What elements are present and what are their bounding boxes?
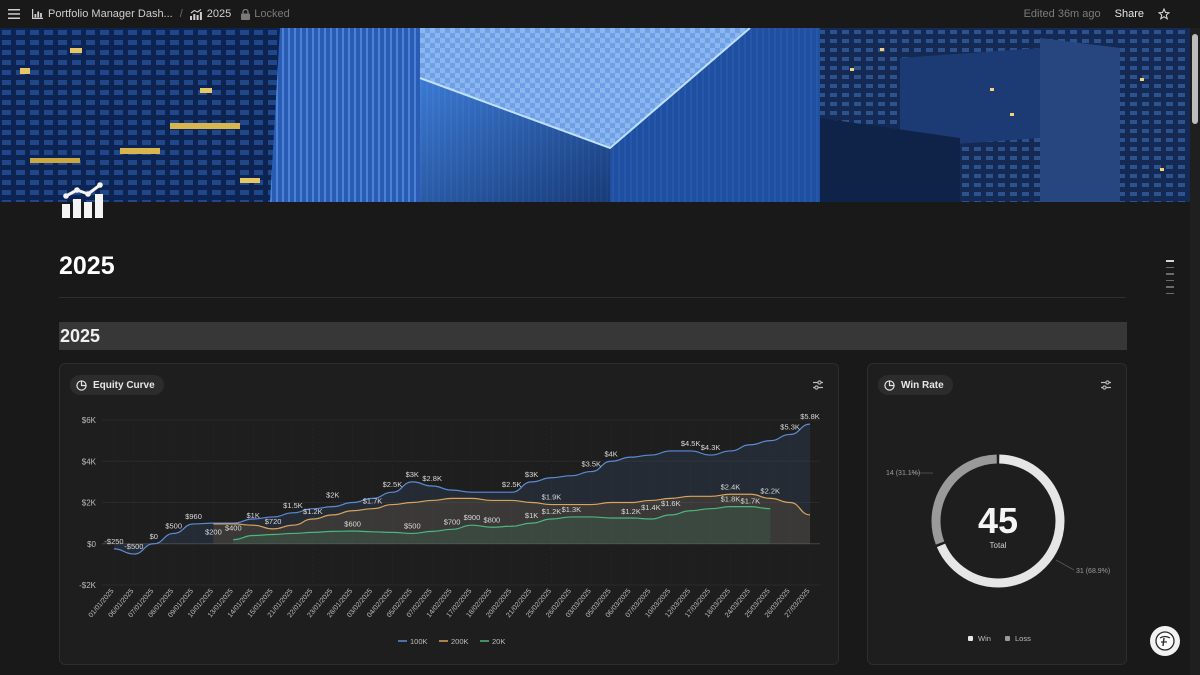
table-of-contents[interactable]	[1166, 260, 1174, 294]
y-tick-label: $4K	[82, 457, 97, 466]
callout-label-loss: 14 (31.1%)	[886, 470, 920, 477]
toc-item[interactable]	[1166, 286, 1174, 288]
breadcrumb-separator: /	[179, 8, 183, 20]
data-label: $1K	[247, 511, 260, 520]
data-label: $500	[404, 521, 421, 530]
share-button[interactable]: Share	[1115, 8, 1144, 20]
scrollbar-thumb[interactable]	[1192, 34, 1198, 124]
callout-line-win	[1055, 559, 1075, 571]
data-label: $700	[444, 517, 461, 526]
page-title: 2025	[59, 252, 115, 280]
data-label: $4.5K	[681, 439, 701, 448]
y-tick-label: $6K	[82, 416, 97, 425]
data-label: $1.9K	[542, 493, 562, 502]
y-tick-label: $0	[87, 540, 96, 549]
data-label: $1.7K	[741, 497, 761, 506]
data-label: $0	[150, 532, 158, 541]
data-label: $1.3K	[562, 505, 582, 514]
cover-illustration	[0, 28, 1190, 202]
donut-center-value: 45	[978, 500, 1018, 541]
section-heading-text: 2025	[60, 326, 101, 346]
data-label: $3K	[525, 470, 538, 479]
topbar-actions: Edited 36m ago Share	[1024, 0, 1200, 28]
data-label: $500	[165, 521, 182, 530]
page-icon[interactable]	[60, 182, 106, 220]
page-scrollbar[interactable]	[1190, 28, 1200, 675]
data-label: $1.2K	[542, 507, 562, 516]
toc-item[interactable]	[1166, 279, 1174, 281]
assistant-face-icon	[1155, 631, 1175, 651]
data-label: $3.5K	[581, 460, 601, 469]
callout-label-win: 31 (68.9%)	[1076, 568, 1110, 575]
breadcrumb-current-label: 2025	[206, 8, 232, 20]
lock-icon	[241, 8, 251, 20]
cover-image	[0, 28, 1190, 202]
data-label: $2.5K	[502, 480, 522, 489]
equity-curve-card: Equity Curve $6K $4K $2K $0 -$2K 01/01/2025 06…	[59, 363, 839, 665]
data-label: $1.4K	[641, 503, 661, 512]
equity-curve-chart: $6K$4K$2K$0-$2K01/01/202506/01/202507/01…	[79, 412, 820, 646]
title-divider	[59, 297, 1126, 298]
sidebar-toggle-button[interactable]	[0, 0, 28, 28]
data-label: $2.8K	[422, 474, 442, 483]
edited-timestamp: Edited 36m ago	[1023, 8, 1101, 20]
data-label: $5.3K	[780, 422, 800, 431]
toc-item[interactable]	[1166, 273, 1174, 275]
breadcrumb-current[interactable]: 2025	[186, 8, 235, 20]
star-icon[interactable]	[1158, 8, 1170, 20]
data-label: $2.4K	[721, 482, 741, 491]
win-rate-card: Win Rate 45 Total 14 (31.1%) 31 (68.9%) Win L…	[867, 363, 1127, 665]
chart-icon	[32, 9, 43, 19]
data-label: $1.6K	[661, 499, 681, 508]
legend-swatch-loss	[1005, 636, 1010, 641]
toc-item[interactable]	[1166, 266, 1174, 268]
data-label: -$500	[124, 542, 143, 551]
legend-label-200k: 200K	[451, 637, 469, 646]
legend-label-win: Win	[978, 634, 991, 643]
data-label: $3K	[406, 470, 419, 479]
data-label: $4K	[604, 449, 617, 458]
legend-label-20k: 20K	[492, 637, 505, 646]
menu-icon	[8, 9, 20, 19]
data-label: $1K	[525, 511, 538, 520]
legend-label-loss: Loss	[1015, 634, 1031, 643]
toc-item[interactable]	[1166, 292, 1174, 294]
breadcrumb-parent-label: Portfolio Manager Dash...	[48, 8, 173, 20]
top-bar: Portfolio Manager Dash... / 2025 Locked …	[0, 0, 1200, 28]
data-label: $960	[185, 512, 202, 521]
data-label: $1.2K	[621, 507, 641, 516]
data-label: $600	[344, 519, 361, 528]
data-label: $1.2K	[303, 507, 323, 516]
data-label: $400	[225, 524, 242, 533]
data-label: $4.3K	[701, 443, 721, 452]
data-label: $5.8K	[800, 412, 820, 421]
y-tick-label: -$2K	[79, 581, 97, 590]
toc-item[interactable]	[1166, 260, 1174, 262]
win-rate-donut-chart: 45Total 14 (31.1%) 31 (68.9%) Win Loss	[886, 454, 1110, 643]
breadcrumb-parent[interactable]: Portfolio Manager Dash...	[28, 8, 177, 20]
data-label: -$250	[104, 537, 123, 546]
data-label: $800	[483, 515, 500, 524]
data-label: $900	[464, 513, 481, 522]
data-label: $2K	[326, 491, 339, 500]
legend-label-100k: 100K	[410, 637, 428, 646]
locked-label: Locked	[254, 8, 290, 20]
assistant-button[interactable]	[1150, 626, 1180, 656]
data-label: $200	[205, 528, 222, 537]
legend-swatch-win	[968, 636, 973, 641]
data-label: $720	[265, 517, 282, 526]
bar-line-chart-icon	[62, 182, 103, 218]
section-heading: 2025	[59, 322, 1127, 350]
locked-indicator[interactable]: Locked	[241, 8, 290, 20]
data-label: $1.5K	[283, 501, 303, 510]
data-label: $2.2K	[760, 486, 780, 495]
donut-center-label: Total	[990, 541, 1007, 550]
data-label: $1.8K	[721, 495, 741, 504]
data-label: $1.7K	[363, 497, 383, 506]
y-tick-label: $2K	[82, 499, 97, 508]
data-label: $2.5K	[383, 480, 403, 489]
trend-chart-icon	[189, 8, 202, 20]
